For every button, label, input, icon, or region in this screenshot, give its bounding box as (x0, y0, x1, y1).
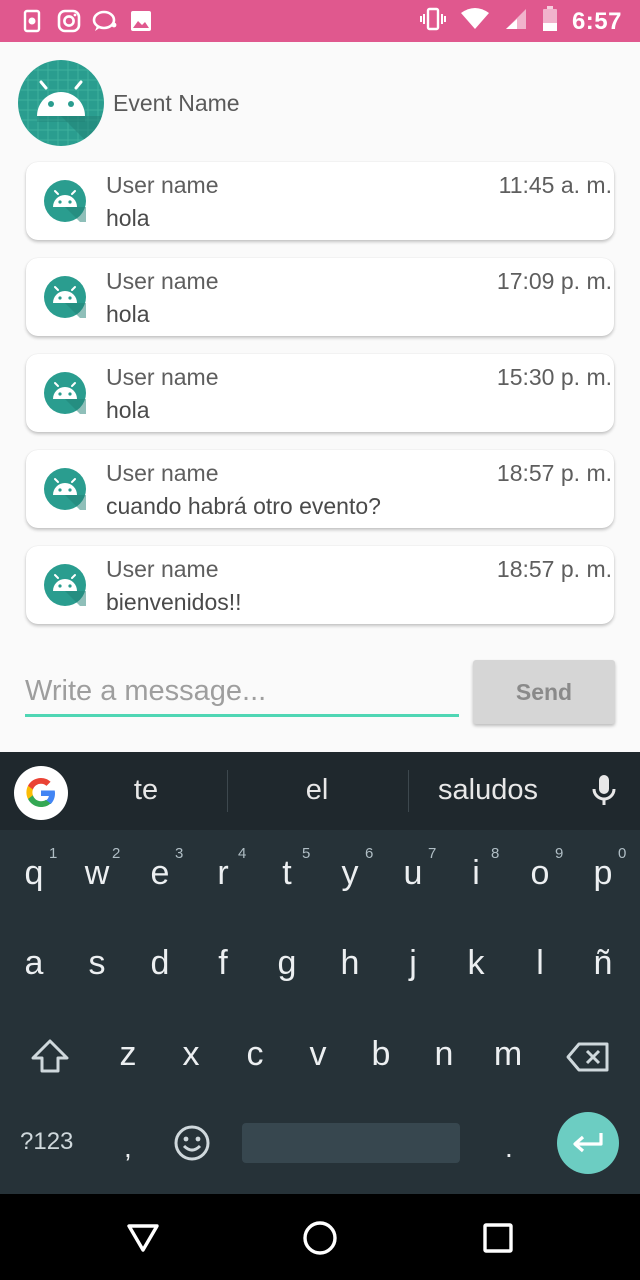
message-card[interactable]: User name 18:57 p. m. bienvenidos!! (26, 546, 614, 624)
microphone-icon[interactable] (590, 774, 618, 813)
message-username: User name (106, 556, 219, 582)
key[interactable]: v (288, 1035, 348, 1074)
message-card[interactable]: User name 18:57 p. m. cuando habrá otro ev… (26, 450, 614, 528)
message-card[interactable]: User name 15:30 p. m. hola (26, 354, 614, 432)
vibrate-icon (419, 6, 446, 37)
key-number-hint: 2 (112, 845, 121, 862)
send-button[interactable]: Send (473, 660, 615, 724)
image-icon (128, 8, 154, 34)
message-text: hola (106, 301, 150, 327)
key[interactable]: x (161, 1035, 221, 1074)
soft-keyboard: te el saludos ?123 , . q1w2e3r4t5y6u7i8o… (0, 752, 640, 1194)
message-time: 11:45 a. m. (498, 172, 612, 198)
suggestion-divider (408, 770, 409, 812)
android-avatar-icon (44, 372, 86, 420)
comma-key[interactable]: , (124, 1132, 132, 1164)
message-time: 15:30 p. m. (496, 364, 612, 390)
android-avatar-icon (44, 564, 86, 612)
message-username: User name (106, 364, 219, 390)
key[interactable]: h (320, 944, 380, 983)
suggestion-divider (227, 770, 228, 812)
system-icons: 6:57 (419, 6, 622, 37)
period-key[interactable]: . (505, 1132, 513, 1164)
key[interactable]: k (446, 944, 506, 983)
suggestion-1[interactable]: te (96, 774, 196, 807)
key-number-hint: 0 (618, 845, 627, 862)
message-time: 18:57 p. m. (496, 556, 612, 582)
key-number-hint: 3 (175, 845, 184, 862)
google-icon[interactable] (14, 766, 68, 820)
message-time: 18:57 p. m. (496, 460, 612, 486)
message-text: cuando habrá otro evento? (106, 493, 381, 519)
message-composer: Send (0, 640, 640, 752)
status-bar: 6:57 (0, 0, 640, 42)
android-avatar-icon (44, 180, 86, 228)
symbols-key[interactable]: ?123 (20, 1128, 73, 1156)
key[interactable]: a (4, 944, 64, 983)
navigation-bar (0, 1194, 640, 1280)
key-number-hint: 7 (428, 845, 437, 862)
input-underline (25, 714, 459, 717)
key[interactable]: z (98, 1035, 158, 1074)
clock: 6:57 (571, 7, 622, 35)
shift-key[interactable] (30, 1038, 70, 1079)
key[interactable]: ñ (573, 944, 633, 983)
suggestion-bar: te el saludos (0, 752, 640, 830)
message-card[interactable]: User name 11:45 a. m. hola (26, 162, 614, 240)
suggestion-3[interactable]: saludos (420, 774, 556, 807)
android-avatar-icon (44, 276, 86, 324)
key-number-hint: 9 (555, 845, 564, 862)
wifi-icon (460, 7, 490, 36)
message-username: User name (106, 268, 219, 294)
back-icon[interactable] (121, 1216, 165, 1260)
home-icon[interactable] (298, 1216, 342, 1260)
chat-bubble-icon (92, 8, 118, 34)
message-text: hola (106, 205, 150, 231)
message-username: User name (106, 460, 219, 486)
message-input[interactable] (25, 666, 459, 716)
key[interactable]: n (414, 1035, 474, 1074)
space-key[interactable] (242, 1123, 460, 1163)
suggestion-2[interactable]: el (257, 774, 377, 807)
message-card[interactable]: User name 17:09 p. m. hola (26, 258, 614, 336)
key-number-hint: 1 (49, 845, 58, 862)
key[interactable]: d (130, 944, 190, 983)
message-username: User name (106, 172, 219, 198)
event-header: Event Name (0, 42, 640, 162)
key[interactable]: b (351, 1035, 411, 1074)
cell-signal-icon (504, 7, 528, 36)
key[interactable]: m (478, 1035, 538, 1074)
message-text: bienvenidos!! (106, 589, 242, 615)
message-text: hola (106, 397, 150, 423)
emoji-key[interactable] (173, 1124, 211, 1167)
enter-key[interactable] (557, 1112, 619, 1174)
key[interactable]: s (67, 944, 127, 983)
phone-settings-icon (20, 8, 46, 34)
key-number-hint: 6 (365, 845, 374, 862)
notification-icons (20, 8, 154, 34)
key-number-hint: 4 (238, 845, 247, 862)
key[interactable]: f (193, 944, 253, 983)
key[interactable]: j (383, 944, 443, 983)
key[interactable]: g (257, 944, 317, 983)
event-title: Event Name (113, 90, 240, 116)
battery-icon (542, 6, 558, 37)
recents-icon[interactable] (476, 1216, 520, 1260)
android-avatar-icon[interactable] (18, 60, 104, 146)
key[interactable]: l (510, 944, 570, 983)
key[interactable]: c (225, 1035, 285, 1074)
message-time: 17:09 p. m. (496, 268, 612, 294)
backspace-key[interactable] (566, 1042, 610, 1077)
instagram-icon (56, 8, 82, 34)
android-avatar-icon (44, 468, 86, 516)
key-number-hint: 8 (491, 845, 500, 862)
key-number-hint: 5 (302, 845, 311, 862)
